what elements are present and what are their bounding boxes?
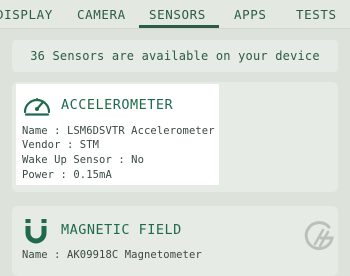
active-tab-indicator bbox=[139, 25, 219, 28]
sensor-vendor: Vendor : STM bbox=[22, 139, 100, 151]
sensor-name: Name : AK09918C Magnetometer bbox=[22, 249, 202, 261]
tab-tests[interactable]: TESTS bbox=[296, 7, 337, 22]
sensor-title: ACCELEROMETER bbox=[61, 97, 174, 113]
tab-bar: DISPLAY CAMERA SENSORS APPS TESTS bbox=[0, 0, 350, 29]
tab-display[interactable]: DISPLAY bbox=[0, 7, 53, 22]
app-logo-button[interactable] bbox=[302, 218, 338, 254]
sensor-title: MAGNETIC FIELD bbox=[61, 222, 182, 238]
app-logo-icon bbox=[304, 221, 334, 251]
sensor-power: Power : 0.15mA bbox=[22, 169, 112, 181]
gauge-icon bbox=[23, 98, 51, 116]
sensor-count-banner: 36 Sensors are available on your device bbox=[12, 40, 338, 72]
sensor-card-magnetic-field[interactable]: MAGNETIC FIELD Name : AK09918C Magnetome… bbox=[12, 206, 338, 276]
tab-sensors[interactable]: SENSORS bbox=[149, 7, 206, 22]
sensor-card-accelerometer[interactable]: ACCELEROMETER Name : LSM6DSVTR Accelerom… bbox=[12, 82, 338, 192]
sensor-name: Name : LSM6DSVTR Accelerometer bbox=[22, 125, 215, 137]
tab-camera[interactable]: CAMERA bbox=[77, 7, 126, 22]
sensor-wakeup: Wake Up Sensor : No bbox=[22, 154, 145, 166]
tab-apps[interactable]: APPS bbox=[234, 7, 267, 22]
magnet-icon bbox=[25, 219, 47, 244]
